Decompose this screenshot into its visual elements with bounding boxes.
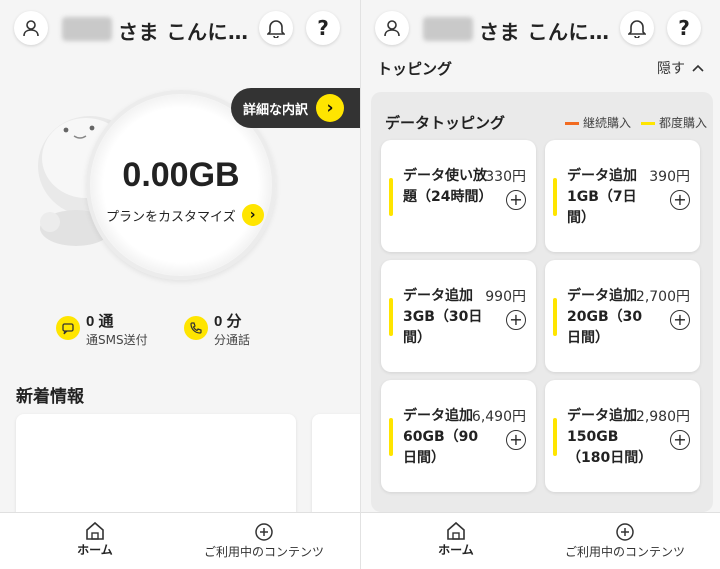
header: さま こんに… ?	[0, 0, 360, 56]
nav-content[interactable]: ご利用中のコンテンツ	[557, 521, 693, 560]
add-icon[interactable]: +	[506, 190, 526, 210]
legend-item: 都度購入	[640, 114, 707, 131]
legend: 継続購入 都度購入	[564, 114, 707, 131]
app-root: さま こんに… ? 0.00GB プランをカスタマイズ › 詳細な内訳 › 0 …	[0, 0, 720, 569]
nav-content[interactable]: ご利用中のコンテンツ	[196, 521, 332, 560]
purchase-type-bar	[389, 178, 393, 216]
add-icon[interactable]: +	[506, 310, 526, 330]
hide-toggle[interactable]: 隠す	[657, 58, 705, 78]
nav-content-label: ご利用中のコンテンツ	[203, 545, 324, 559]
help-icon[interactable]: ?	[306, 11, 340, 45]
topping-card[interactable]: データ追加3GB（30日間） 990円 +	[381, 260, 536, 372]
topping-card[interactable]: データ追加150GB（180日間） 12,980円 +	[545, 380, 700, 492]
call-label: 分通話	[214, 333, 251, 347]
topping-card[interactable]: データ追加1GB（7日間） 390円 +	[545, 140, 700, 252]
topping-price: 330円	[485, 169, 526, 185]
user-name-blurred	[423, 17, 473, 41]
topping-price: 12,980円	[627, 409, 690, 425]
topping-title: トッピング	[377, 60, 453, 78]
topping-card[interactable]: データ使い放題（24時間） 330円 +	[381, 140, 536, 252]
hide-label: 隠す	[657, 61, 685, 77]
legend-swatch	[640, 122, 655, 125]
home-icon	[447, 521, 465, 540]
add-icon[interactable]: +	[506, 430, 526, 450]
phone-icon	[184, 316, 208, 340]
nav-home-label: ホーム	[438, 543, 474, 557]
account-icon[interactable]	[375, 11, 409, 45]
home-screen: さま こんに… ? 0.00GB プランをカスタマイズ › 詳細な内訳 › 0 …	[0, 0, 360, 569]
nav-home[interactable]: ホーム	[62, 521, 128, 558]
add-icon[interactable]: +	[670, 310, 690, 330]
topping-card[interactable]: データ追加60GB（90日間） 6,490円 +	[381, 380, 536, 492]
data-topping-title: データトッピング	[385, 114, 506, 132]
chevron-right-icon: ›	[316, 94, 345, 122]
nav-home-label: ホーム	[77, 543, 113, 557]
detail-breakdown-label: 詳細な内訳	[243, 102, 309, 118]
legend-label: 継続購入	[582, 116, 631, 130]
sms-usage: 0 通 通SMS送付	[56, 310, 148, 348]
bottom-nav: ホーム ご利用中のコンテンツ	[0, 512, 360, 569]
data-topping-box: データトッピング 継続購入 都度購入 データ使い放題（24時間） 330円 + …	[371, 92, 713, 512]
chevron-right-icon: ›	[241, 204, 264, 226]
purchase-type-bar	[389, 418, 393, 456]
topping-price: 390円	[649, 169, 690, 185]
subscriptions-icon	[616, 523, 634, 541]
nav-home[interactable]: ホーム	[423, 521, 489, 558]
nav-content-label: ご利用中のコンテンツ	[564, 545, 685, 559]
greeting-text: さま こんに…	[118, 20, 249, 44]
purchase-type-bar	[389, 298, 393, 336]
customize-plan-link[interactable]: プランをカスタマイズ ›	[106, 204, 264, 226]
bell-icon[interactable]	[620, 11, 654, 45]
topping-name: データ使い放題（24時間）	[403, 168, 493, 205]
purchase-type-bar	[553, 298, 557, 336]
subscriptions-icon	[255, 523, 273, 541]
help-icon[interactable]: ?	[667, 11, 701, 45]
news-card[interactable]	[312, 414, 360, 524]
topping-price: 990円	[485, 289, 526, 305]
topping-price: 2,700円	[635, 289, 690, 305]
home-icon	[86, 521, 104, 540]
account-icon[interactable]	[14, 11, 48, 45]
add-icon[interactable]: +	[670, 190, 690, 210]
legend-item: 継続購入	[564, 114, 631, 131]
add-icon[interactable]: +	[670, 430, 690, 450]
news-heading: 新着情報	[16, 387, 84, 407]
detail-breakdown-button[interactable]: 詳細な内訳 ›	[231, 88, 360, 128]
topping-price: 6,490円	[471, 409, 526, 425]
topping-section-header: トッピング 隠す	[361, 56, 720, 86]
customize-plan-label: プランをカスタマイズ	[106, 209, 236, 225]
sms-count: 0 通	[86, 313, 114, 330]
sms-icon	[56, 316, 80, 340]
topping-screen: さま こんに… ? トッピング 隠す データトッピング 継続購入 都度購入 デー…	[360, 0, 720, 569]
purchase-type-bar	[553, 418, 557, 456]
sms-label: 通SMS送付	[86, 333, 148, 347]
purchase-type-bar	[553, 178, 557, 216]
legend-label: 都度購入	[658, 116, 707, 130]
legend-swatch	[564, 122, 579, 125]
data-amount: 0.00GB	[122, 156, 240, 194]
call-usage: 0 分 分通話	[184, 310, 250, 348]
topping-name: データ追加1GB（7日間）	[567, 168, 637, 226]
greeting-text: さま こんに…	[479, 20, 610, 44]
topping-name: データ追加3GB（30日間）	[403, 288, 483, 346]
user-name-blurred	[62, 17, 112, 41]
header: さま こんに… ?	[361, 0, 720, 56]
chevron-up-icon	[692, 64, 704, 72]
call-minutes: 0 分	[214, 313, 242, 330]
topping-card[interactable]: データ追加20GB（30日間） 2,700円 +	[545, 260, 700, 372]
bottom-nav: ホーム ご利用中のコンテンツ	[361, 512, 720, 569]
news-card[interactable]	[16, 414, 296, 524]
bell-icon[interactable]	[259, 11, 293, 45]
